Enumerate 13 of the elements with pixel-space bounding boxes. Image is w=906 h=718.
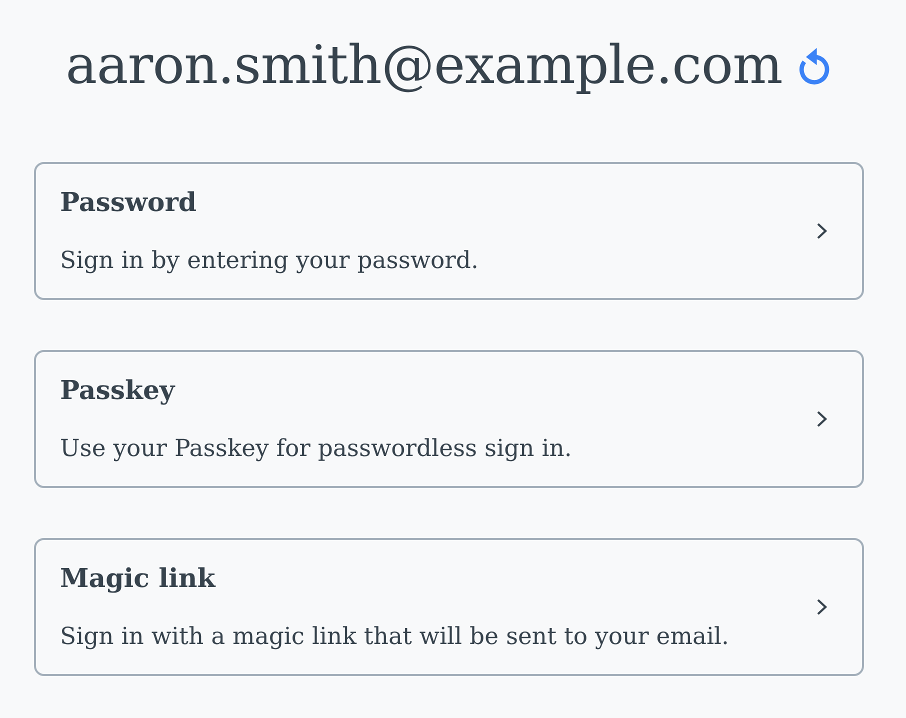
sign-in-option-card[interactable]: Magic link Sign in with a magic link that will be sent to your email.: [34, 538, 864, 676]
chevron-right-icon: [816, 222, 828, 240]
option-description: Sign in with a magic link that will be sent to your email.: [60, 622, 730, 650]
sign-in-option-card[interactable]: Passkey Use your Passkey for passwordless sign in.: [34, 350, 864, 488]
chevron-right-icon: [816, 410, 828, 428]
option-title: Passkey: [60, 376, 175, 406]
sign-in-option-card[interactable]: Password Sign in by entering your password.: [34, 162, 864, 300]
email-heading: aaron.smith@example.com: [66, 35, 782, 97]
option-description: Sign in by entering your password.: [60, 246, 478, 274]
option-description: Use your Passkey for passwordless sign in.: [60, 434, 572, 462]
option-title: Password: [60, 188, 197, 218]
option-title: Magic link: [60, 564, 216, 594]
chevron-right-icon: [816, 598, 828, 616]
